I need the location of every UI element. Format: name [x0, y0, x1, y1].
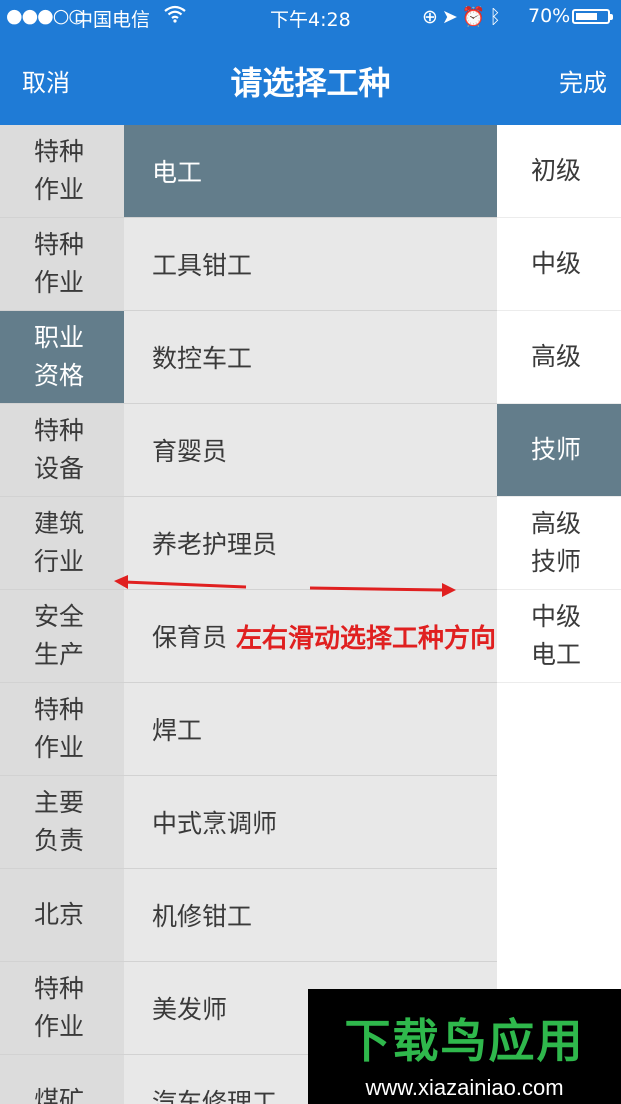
- done-button[interactable]: 完成: [559, 63, 607, 98]
- category-item[interactable]: 特种作业: [0, 683, 124, 776]
- category-item[interactable]: 安全生产: [0, 590, 124, 683]
- category-item[interactable]: 主要负责: [0, 776, 124, 869]
- carrier-name: 中国电信: [74, 9, 151, 31]
- category-item-label: 安全生产: [34, 602, 85, 669]
- job-type-column[interactable]: 电工工具钳工数控车工育婴员养老护理员保育员焊工中式烹调师机修钳工美发师汽车修理工: [124, 125, 497, 1104]
- category-item-label: 特种作业: [34, 230, 85, 297]
- location-icon: ➤: [441, 6, 462, 28]
- battery-tip: [610, 14, 613, 20]
- category-item[interactable]: 建筑行业: [0, 497, 124, 590]
- job-type-item-label: 焊工: [152, 716, 203, 745]
- category-item[interactable]: 特种设备: [0, 404, 124, 497]
- job-type-item[interactable]: 数控车工: [124, 311, 497, 404]
- category-item-label: 特种作业: [34, 137, 85, 204]
- level-item[interactable]: 高级技师: [497, 497, 621, 590]
- orientation-lock-icon: ⊕: [422, 6, 442, 28]
- left-arrow-line: [123, 580, 247, 589]
- job-type-item[interactable]: 电工: [124, 125, 497, 218]
- status-icons: ⊕➤⏰ᛒ: [422, 5, 505, 28]
- category-item-label: 职业资格: [34, 323, 85, 390]
- job-type-item-label: 汽车修理工: [152, 1088, 278, 1104]
- level-item[interactable]: 技师: [497, 404, 621, 497]
- right-arrow-head: [442, 583, 456, 597]
- right-arrow-line: [309, 586, 443, 592]
- category-item[interactable]: 煤矿: [0, 1055, 124, 1104]
- level-column[interactable]: 初级 中级 高级 技师 高级技师 中级电工: [497, 125, 621, 1104]
- category-item-label: 特种作业: [34, 974, 85, 1041]
- level-item[interactable]: 中级: [497, 218, 621, 311]
- category-item-label: 主要负责: [34, 788, 85, 855]
- level-item[interactable]: 初级: [497, 125, 621, 218]
- watermark-logo: 下载鸟应用: [344, 1014, 585, 1068]
- job-type-item[interactable]: 中式烹调师: [124, 776, 497, 869]
- category-item[interactable]: 特种作业: [0, 218, 124, 311]
- job-type-item-label: 机修钳工: [152, 902, 253, 931]
- battery-level: [576, 13, 597, 20]
- bluetooth-icon: ᛒ: [489, 6, 505, 28]
- job-type-item-label: 数控车工: [152, 344, 253, 373]
- level-item[interactable]: 高级: [497, 311, 621, 404]
- job-type-item[interactable]: 工具钳工: [124, 218, 497, 311]
- category-item-label: 煤矿: [34, 1086, 85, 1104]
- left-arrow-head: [114, 575, 128, 589]
- category-item-label: 特种作业: [34, 695, 85, 762]
- watermark-url: www.xiazainiao.com: [365, 1075, 564, 1100]
- job-type-item[interactable]: 焊工: [124, 683, 497, 776]
- level-item-label: 初级: [531, 156, 582, 185]
- category-item[interactable]: 特种作业: [0, 125, 124, 218]
- level-item-label: 高级: [531, 342, 582, 371]
- job-type-item[interactable]: 育婴员: [124, 404, 497, 497]
- job-type-item-label: 电工: [152, 158, 203, 187]
- watermark: 下载鸟应用 www.xiazainiao.com: [308, 989, 621, 1104]
- signal-strength-icon: ●●●○○: [6, 5, 85, 27]
- category-item[interactable]: 特种作业: [0, 962, 124, 1055]
- category-item[interactable]: 北京: [0, 869, 124, 962]
- page-title: 请选择工种: [230, 64, 391, 102]
- level-item-label: 中级电工: [531, 602, 582, 669]
- level-item-label: 中级: [531, 249, 582, 278]
- alarm-icon: ⏰: [461, 6, 490, 28]
- level-item-label: 技师: [531, 435, 582, 464]
- wifi-icon: [164, 5, 186, 28]
- category-item-label: 北京: [34, 900, 85, 929]
- job-type-item-label: 养老护理员: [152, 530, 278, 559]
- level-item[interactable]: 中级电工: [497, 590, 621, 683]
- job-type-item-label: 中式烹调师: [152, 809, 278, 838]
- category-column[interactable]: 特种作业 特种作业 职业资格 特种设备 建筑行业 安全生产 特种作业 主要负责 北京 特种作业 煤矿: [0, 125, 124, 1104]
- battery-icon: [572, 9, 613, 24]
- level-item-label: 高级技师: [531, 509, 582, 576]
- swipe-arrows: [114, 575, 456, 597]
- battery-percentage: 70%: [528, 5, 571, 27]
- job-type-item-label: 工具钳工: [152, 251, 253, 280]
- job-type-item[interactable]: 机修钳工: [124, 869, 497, 962]
- category-item-label: 建筑行业: [34, 509, 85, 576]
- job-type-item-label: 育婴员: [152, 437, 228, 466]
- swipe-hint-annotation: 左右滑动选择工种方向: [236, 624, 497, 654]
- job-type-item-label: 保育员: [152, 623, 228, 652]
- status-bar: ●●●○○ 中国电信 下午4:28 ⊕➤⏰ᛒ 70%: [0, 0, 621, 34]
- navigation-bar: 取消 请选择工种 完成: [0, 34, 621, 125]
- category-item[interactable]: 职业资格: [0, 311, 124, 404]
- job-type-item-label: 美发师: [152, 995, 228, 1024]
- clock: 下午4:28: [270, 9, 351, 31]
- category-item-label: 特种设备: [34, 416, 85, 483]
